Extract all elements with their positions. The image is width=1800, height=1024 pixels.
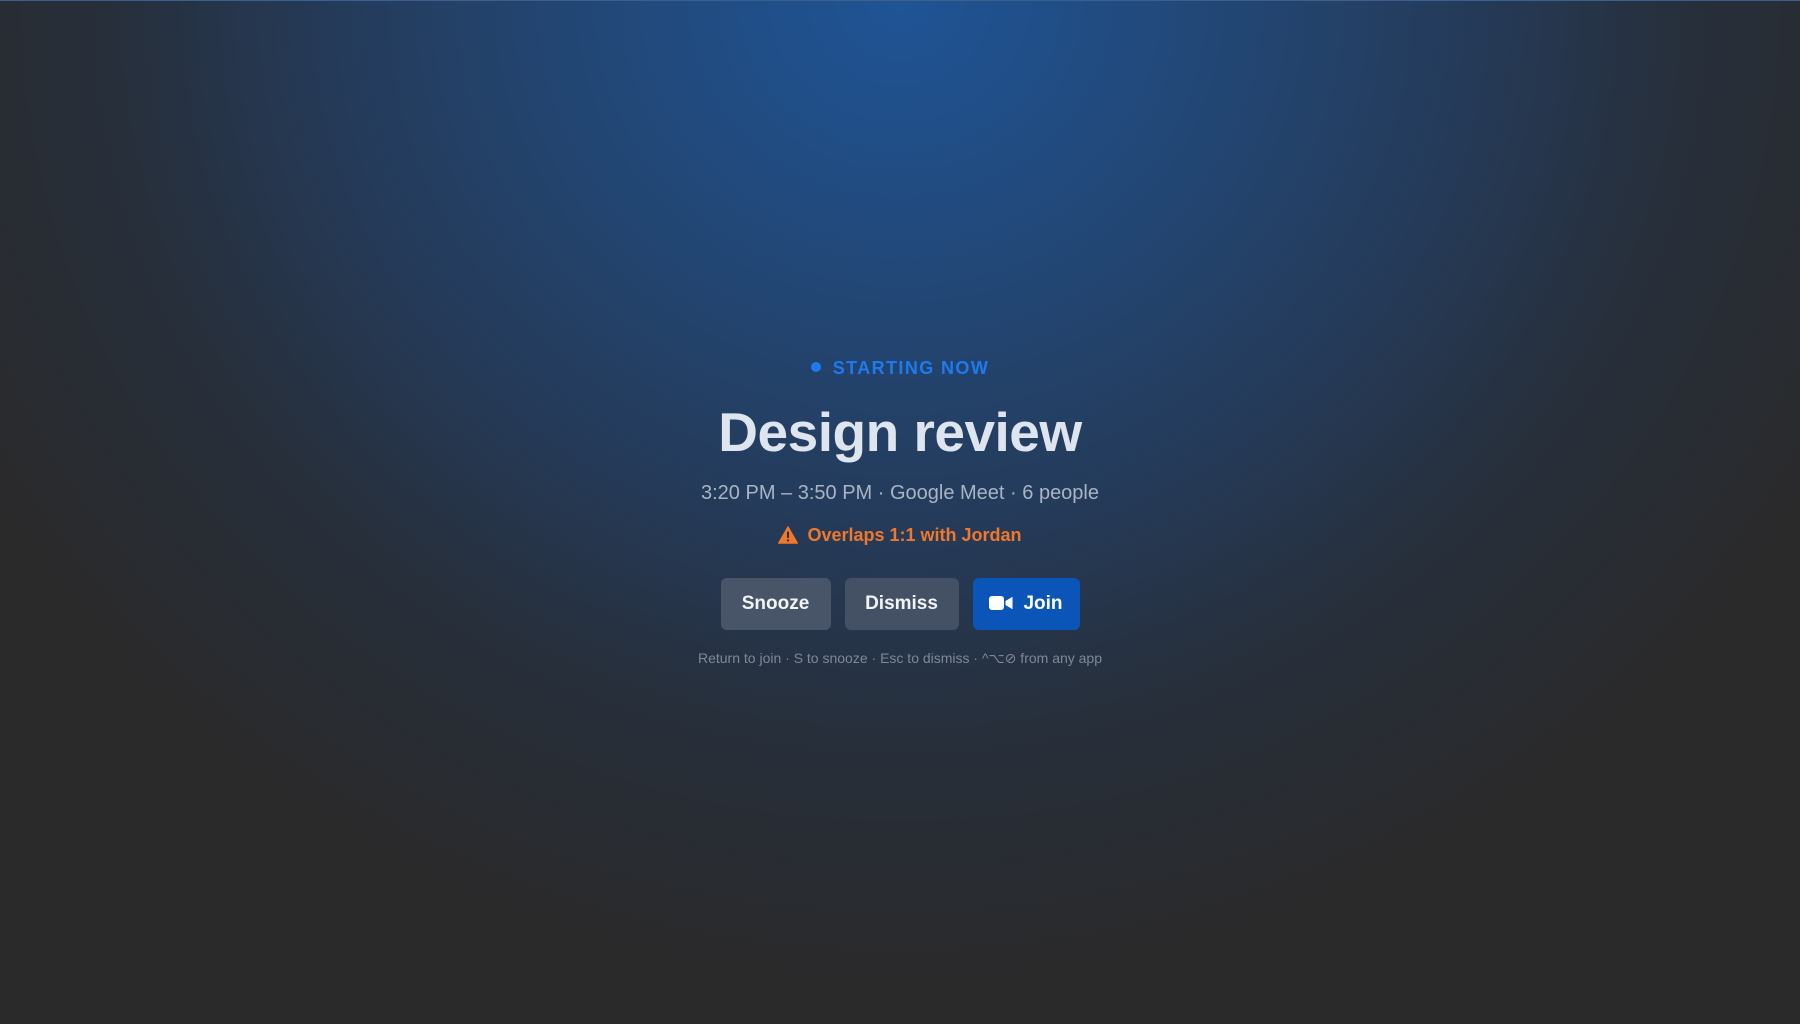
action-buttons: Snooze Dismiss Join: [0, 578, 1800, 630]
keyboard-hints: Return to join · S to snooze · Esc to di…: [697, 650, 1103, 666]
status-label: STARTING NOW: [832, 358, 990, 378]
meeting-meta: 3:20 PM – 3:50 PM · Google Meet · 6 peop…: [701, 482, 1099, 504]
conflict-warning: Overlaps 1:1 with Jordan: [0, 523, 1800, 547]
video-camera-icon: [989, 596, 1013, 610]
join-label: Join: [1023, 593, 1063, 614]
join-button[interactable]: Join: [972, 578, 1080, 630]
meeting-title: Design review: [718, 401, 1082, 463]
status-row: STARTING NOW: [0, 356, 1800, 380]
conflict-text: Overlaps 1:1 with Jordan: [807, 525, 1022, 545]
warning-triangle-icon: [778, 526, 799, 544]
snooze-button[interactable]: Snooze: [720, 578, 831, 630]
live-dot-icon: [810, 362, 821, 372]
snooze-label: Snooze: [741, 593, 810, 614]
meeting-alert: STARTING NOW Design review 3:20 PM – 3:5…: [0, 0, 1800, 1024]
dismiss-label: Dismiss: [865, 593, 938, 614]
dismiss-button[interactable]: Dismiss: [844, 578, 959, 630]
